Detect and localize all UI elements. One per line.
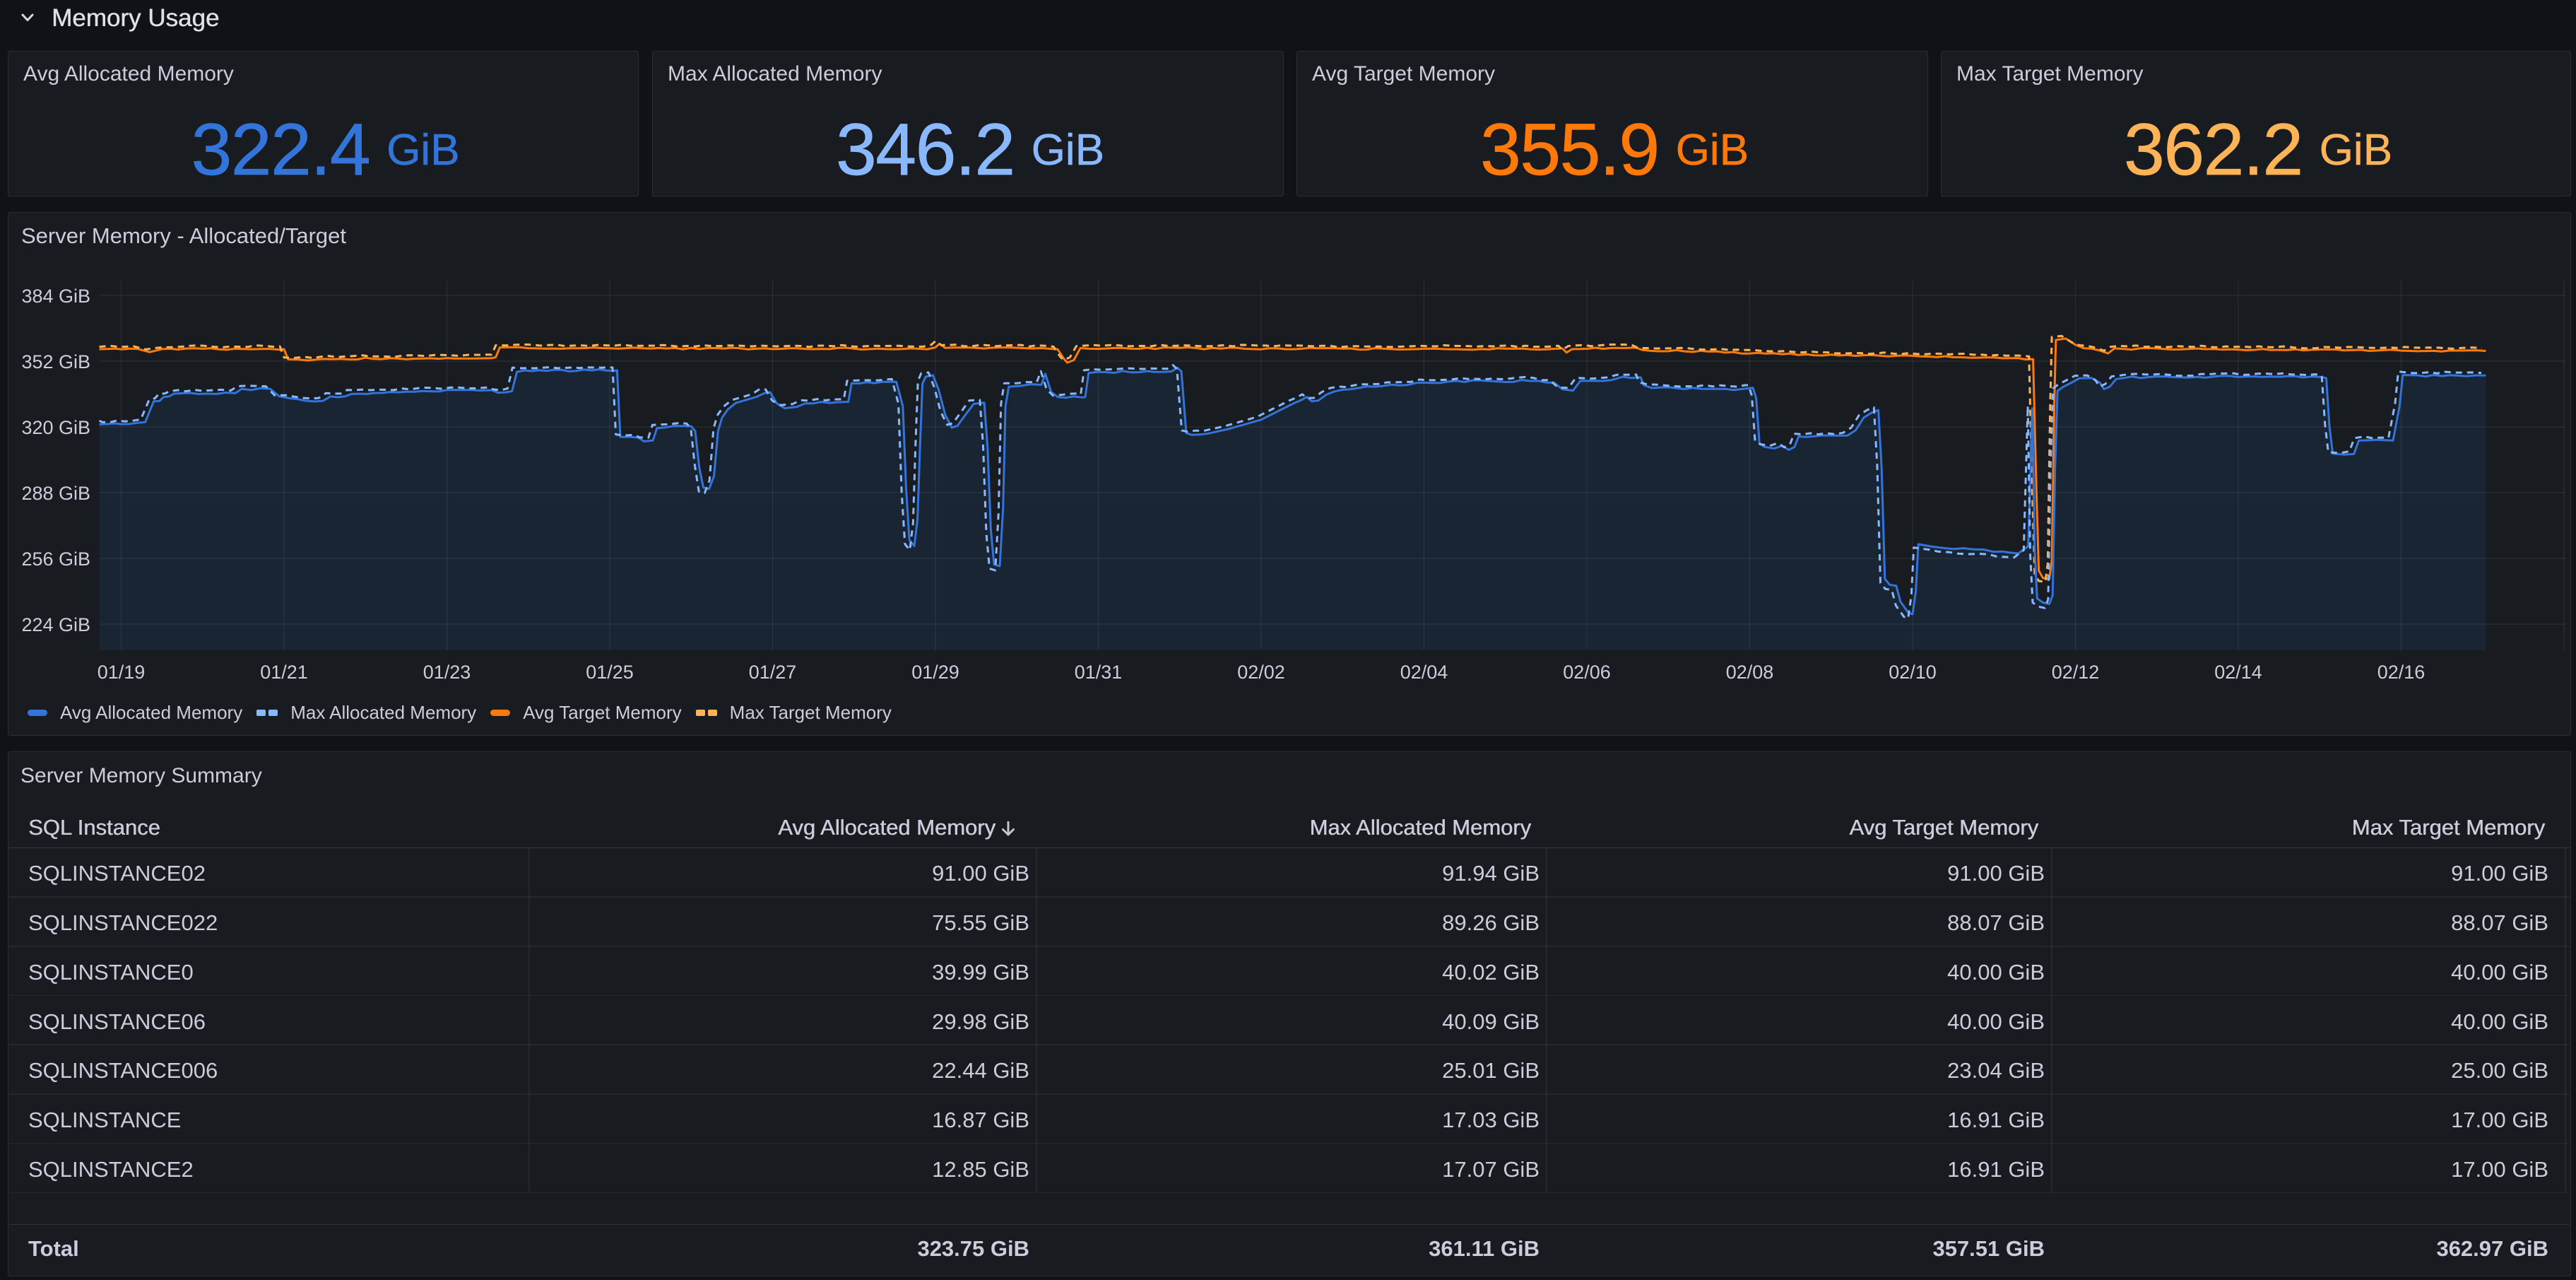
svg-text:01/23: 01/23 — [423, 662, 471, 683]
svg-text:288 GiB: 288 GiB — [21, 483, 90, 504]
svg-text:02/08: 02/08 — [1726, 662, 1774, 683]
svg-text:02/14: 02/14 — [2214, 662, 2262, 683]
svg-text:02/06: 02/06 — [1563, 662, 1611, 683]
svg-text:02/04: 02/04 — [1400, 662, 1448, 683]
svg-text:352 GiB: 352 GiB — [21, 351, 90, 372]
svg-text:01/27: 01/27 — [749, 662, 797, 683]
svg-text:01/29: 01/29 — [911, 662, 959, 683]
svg-text:01/19: 01/19 — [98, 662, 146, 683]
svg-text:384 GiB: 384 GiB — [21, 286, 90, 307]
svg-text:320 GiB: 320 GiB — [21, 417, 90, 438]
svg-text:224 GiB: 224 GiB — [21, 614, 90, 635]
svg-text:256 GiB: 256 GiB — [21, 548, 90, 570]
svg-text:01/21: 01/21 — [260, 662, 308, 683]
svg-text:02/02: 02/02 — [1237, 662, 1285, 683]
svg-text:02/12: 02/12 — [2052, 662, 2100, 683]
svg-text:01/25: 01/25 — [586, 662, 634, 683]
svg-text:02/16: 02/16 — [2377, 662, 2426, 683]
svg-text:01/31: 01/31 — [1075, 662, 1123, 683]
svg-text:02/10: 02/10 — [1889, 662, 1937, 683]
